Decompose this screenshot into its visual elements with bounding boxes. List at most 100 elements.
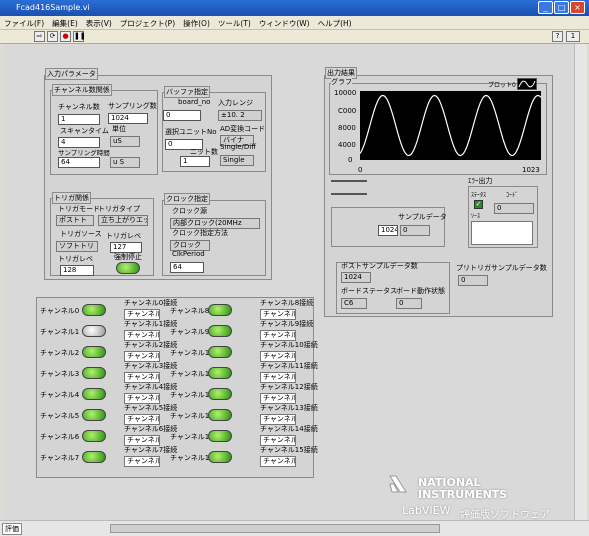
- channel-connect-label: チャンネル13接続: [260, 404, 318, 412]
- x-tick-1: 1023: [522, 166, 540, 174]
- plot-0-line: [359, 94, 542, 157]
- menu-file[interactable]: ファイル(F): [0, 16, 48, 31]
- channel-led-label: チャンネル0: [40, 307, 80, 315]
- graph-plot-area[interactable]: [359, 91, 542, 160]
- plot-legend-swatch[interactable]: [517, 78, 537, 90]
- unit-label: 単位: [112, 125, 126, 133]
- clk-period-label: ClkPeriod: [172, 250, 205, 258]
- menu-view[interactable]: 表示(V): [82, 16, 116, 31]
- menu-help[interactable]: ヘルプ(H): [314, 16, 356, 31]
- y-tick-4: 0: [348, 156, 353, 164]
- channel-led-label: チャンネル4: [40, 391, 80, 399]
- channel-led-label: チャンネル6: [40, 433, 80, 441]
- vertical-scrollbar[interactable]: [574, 44, 587, 520]
- sample-data-label: サンプルデータ: [398, 213, 447, 221]
- scroll-thumb[interactable]: [110, 524, 440, 533]
- trigger-title: トリガ関係: [52, 192, 91, 204]
- channel-connect-label: チャンネル10接続: [260, 341, 318, 349]
- y-tick-2: 8000: [338, 124, 356, 132]
- error-source: [471, 221, 533, 245]
- pre-trigger-value: 0: [458, 275, 488, 286]
- trigger-source-label: トリガソース: [60, 230, 102, 238]
- maximize-button[interactable]: □: [554, 1, 569, 14]
- logo-labview: LabVIEW: [402, 504, 451, 517]
- sample-value: 0: [400, 225, 430, 236]
- trigger-mode-select[interactable]: ポストト: [56, 215, 94, 226]
- range-label: 入力レンジ: [218, 99, 253, 107]
- help-icon[interactable]: ?: [552, 31, 563, 42]
- y-tick-0: 10000: [334, 89, 357, 97]
- single-diff-select[interactable]: Single: [220, 155, 254, 166]
- clock-source-label: クロック源: [172, 207, 207, 215]
- close-button[interactable]: ×: [570, 1, 585, 14]
- unit2-select[interactable]: u S: [110, 157, 140, 168]
- unit1-select[interactable]: uS: [110, 136, 140, 147]
- trigger-level2-input[interactable]: 128: [60, 265, 94, 276]
- channel-led: [82, 325, 106, 337]
- error-code: 0: [494, 203, 534, 214]
- vi-icon: 1: [566, 31, 580, 42]
- y-tick-1: C000: [338, 107, 357, 115]
- sampling-time-input[interactable]: 64: [58, 157, 100, 168]
- abort-icon[interactable]: ●: [60, 31, 71, 42]
- status-label: 評価: [2, 523, 22, 535]
- cursor-y-field[interactable]: [331, 193, 367, 195]
- channel-count-label: チャンネル数: [58, 103, 100, 111]
- toolbar: ⇨ ⟳ ● ❚❚ ? 1: [0, 30, 589, 44]
- channel-connect-label: チャンネル12接続: [260, 383, 318, 391]
- channel-connect-label: チャンネル11接続: [260, 362, 318, 370]
- unit-count-input[interactable]: 1: [180, 156, 210, 167]
- trigger-type-select[interactable]: 立ち上がりエッ: [98, 215, 148, 226]
- trigger-source-select[interactable]: ソフトトリ: [56, 241, 98, 252]
- channel-led: [82, 346, 106, 358]
- channel-led: [82, 409, 106, 421]
- menu-tools[interactable]: ツール(T): [214, 16, 255, 31]
- run-arrow-icon[interactable]: ⇨: [34, 31, 45, 42]
- menu-window[interactable]: ウィンドウ(W): [255, 16, 314, 31]
- sample-index[interactable]: 1024: [378, 225, 398, 236]
- channel-led-label: チャンネル7: [40, 454, 80, 462]
- channel-connect-label: チャンネル9接続: [260, 320, 314, 328]
- channel-led-label: チャンネル3: [40, 370, 80, 378]
- channel-led: [208, 304, 232, 316]
- clk-period-input[interactable]: 64: [170, 262, 204, 273]
- cursor-x-field[interactable]: [331, 180, 367, 182]
- channel-led: [82, 388, 106, 400]
- channel-led-label: チャンネル1: [40, 328, 80, 336]
- sampling-input[interactable]: 1024: [108, 113, 148, 124]
- error-status-check-icon: ✓: [474, 200, 483, 209]
- pause-icon[interactable]: ❚❚: [73, 31, 86, 42]
- minimize-button[interactable]: _: [538, 1, 553, 14]
- post-sample-value: 1024: [341, 272, 371, 283]
- channel-connect-label: チャンネル14接続: [260, 425, 318, 433]
- channel-connect-select[interactable]: チャンネル: [260, 456, 296, 467]
- channel-led: [82, 367, 106, 379]
- x-tick-0: 0: [358, 166, 363, 174]
- run-continuous-icon[interactable]: ⟳: [47, 31, 58, 42]
- channel-connect-label: チャンネル8接続: [260, 299, 314, 307]
- post-sample-label: ポストサンプルデータ数: [341, 262, 418, 270]
- board-status-label: ボードステータス: [341, 287, 397, 295]
- channel-title: チャンネル数関係: [52, 84, 112, 96]
- board-no-input[interactable]: 0: [163, 110, 201, 121]
- horizontal-scrollbar[interactable]: 評価: [0, 520, 589, 536]
- channel-led: [82, 430, 106, 442]
- trigger-type-label: トリガタイプ: [98, 205, 140, 213]
- board-no-label: board_no: [178, 98, 211, 106]
- clock-method-label: クロック指定方法: [172, 229, 228, 237]
- buffer-title: バッファ指定: [164, 86, 210, 98]
- channel-count-input[interactable]: 1: [58, 114, 100, 125]
- range-select[interactable]: ±10. 2: [218, 110, 262, 121]
- channel-led-label: チャンネル5: [40, 412, 80, 420]
- force-stop-label: 強制停止: [114, 253, 142, 261]
- channel-led: [82, 451, 106, 463]
- trigger-level-label: トリガレベ: [106, 232, 141, 240]
- channel-connect-select[interactable]: チャンネル: [124, 456, 160, 467]
- channel-led: [208, 451, 232, 463]
- error-code-label: ｺｰﾄﾞ: [506, 192, 519, 199]
- channel-led: [208, 346, 232, 358]
- menu-operate[interactable]: 操作(O): [179, 16, 214, 31]
- menu-project[interactable]: プロジェクト(P): [116, 16, 179, 31]
- menu-edit[interactable]: 編集(E): [48, 16, 82, 31]
- force-stop-button[interactable]: [116, 262, 140, 274]
